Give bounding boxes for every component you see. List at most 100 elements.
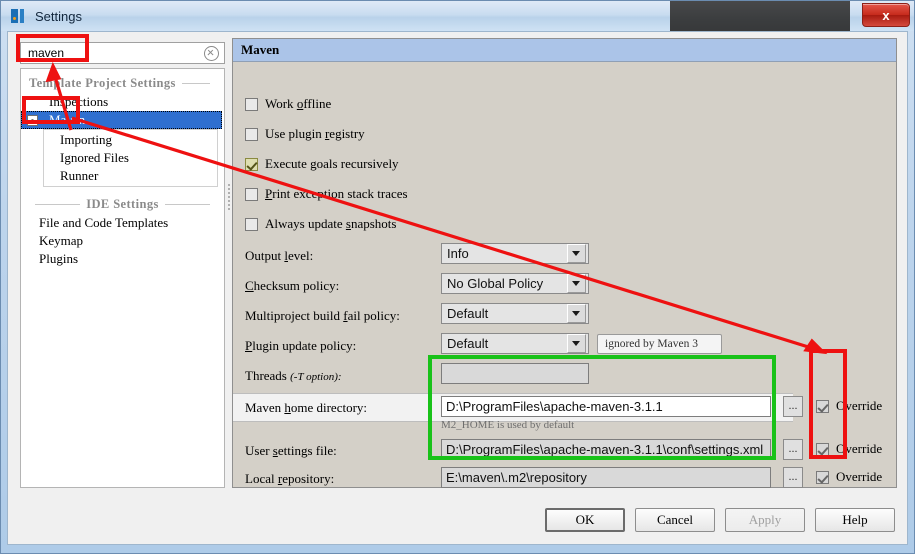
search-box[interactable]: [20, 42, 225, 64]
input-threads[interactable]: [441, 363, 589, 384]
checkbox-work-offline-label: Work offline: [265, 96, 332, 111]
combo-plugin-update-policy-value: Default: [447, 336, 489, 351]
chevron-down-icon[interactable]: [567, 244, 586, 263]
checkbox-override-local-repository[interactable]: Override: [816, 469, 882, 485]
input-local-repository[interactable]: E:\maven\.m2\repository: [441, 467, 771, 488]
browse-maven-home-button[interactable]: ...: [783, 396, 803, 417]
input-user-settings-file-value: D:\ProgramFiles\apache-maven-3.1.1\conf\…: [446, 442, 764, 457]
tree-item-plugins[interactable]: Plugins: [21, 250, 224, 268]
title-bar-dark-overlay: [670, 1, 850, 31]
checkbox-always-update-snapshots-label: Always update snapshots: [265, 216, 397, 231]
cancel-button[interactable]: Cancel: [635, 508, 715, 532]
tree-item-runner-label: Runner: [60, 168, 99, 183]
settings-tree[interactable]: Template Project Settings Inspections - …: [20, 68, 225, 488]
chevron-down-icon[interactable]: [567, 304, 586, 323]
checkbox-override-user-settings[interactable]: Override: [816, 441, 882, 457]
maven-home-hint: M2_HOME is used by default: [441, 419, 575, 431]
input-maven-home-directory[interactable]: D:\ProgramFiles\apache-maven-3.1.1: [441, 396, 771, 417]
dialog-client-area: Template Project Settings Inspections - …: [7, 31, 908, 545]
chevron-down-icon[interactable]: [567, 334, 586, 353]
plugin-policy-note: ignored by Maven 3: [597, 334, 722, 354]
checkbox-execute-goals-recursively-label: Execute goals recursively: [265, 156, 399, 171]
tree-item-maven-label: Maven: [49, 112, 86, 127]
input-maven-home-directory-value: D:\ProgramFiles\apache-maven-3.1.1: [446, 399, 663, 414]
tree-item-file-and-code-templates-label: File and Code Templates: [39, 215, 169, 230]
input-user-settings-file[interactable]: D:\ProgramFiles\apache-maven-3.1.1\conf\…: [441, 439, 771, 460]
close-button[interactable]: x: [862, 3, 910, 27]
checkbox-execute-goals-recursively[interactable]: Execute goals recursively: [245, 156, 399, 172]
tree-item-runner[interactable]: Runner: [44, 167, 217, 185]
combo-output-level[interactable]: Info: [441, 243, 589, 264]
label-threads: Threads (-T option):: [245, 368, 342, 383]
tree-group-ide-settings: IDE Settings: [29, 193, 216, 214]
maven-settings-body: Work offline Use plugin registry Execute…: [233, 62, 896, 488]
checkbox-override-local-repository-label: Override: [836, 469, 883, 484]
label-local-repository: Local repository:: [245, 471, 335, 486]
tree-item-inspections-label: Inspections: [49, 94, 109, 109]
intellij-idea-icon: [11, 8, 27, 24]
window-title: Settings: [35, 8, 82, 24]
checkbox-execute-goals-recursively-box[interactable]: [245, 157, 258, 171]
checkbox-print-exception-stack-traces-label: Print exception stack traces: [265, 186, 408, 201]
combo-output-level-value: Info: [447, 246, 469, 261]
checkbox-print-exception-stack-traces-box[interactable]: [245, 187, 258, 201]
tree-item-importing[interactable]: Importing: [44, 131, 217, 149]
checkbox-override-maven-home[interactable]: Override: [816, 398, 882, 414]
settings-navigation-pane: Template Project Settings Inspections - …: [20, 38, 225, 488]
browse-user-settings-button[interactable]: ...: [783, 439, 803, 460]
tree-item-file-and-code-templates[interactable]: File and Code Templates: [21, 214, 224, 232]
label-maven-home-directory: Maven home directory:: [245, 400, 368, 415]
apply-button: Apply: [725, 508, 805, 532]
tree-item-maven[interactable]: - Maven: [21, 111, 222, 129]
browse-local-repository-button[interactable]: ...: [783, 467, 803, 488]
combo-checksum-policy[interactable]: No Global Policy: [441, 273, 589, 294]
title-bar: Settings x: [1, 1, 914, 31]
help-button[interactable]: Help: [815, 508, 895, 532]
ok-button[interactable]: OK: [545, 508, 625, 532]
checkbox-override-local-repository-box[interactable]: [816, 470, 829, 484]
tree-group-ide-label: IDE Settings: [86, 197, 159, 211]
combo-plugin-update-policy[interactable]: Default: [441, 333, 589, 354]
maven-settings-pane: Maven Work offline Use plugin registry E…: [232, 38, 897, 488]
checkbox-override-user-settings-box[interactable]: [816, 442, 829, 456]
screenshot-root: Settings x Template Project Settings Ins…: [0, 0, 915, 554]
combo-multiproject-build-fail-policy[interactable]: Default: [441, 303, 589, 324]
search-input[interactable]: [26, 45, 205, 61]
tree-item-ignored-files[interactable]: Ignored Files: [44, 149, 217, 167]
tree-group-project-label: Template Project Settings: [29, 76, 176, 90]
tree-item-plugins-label: Plugins: [39, 251, 79, 266]
dialog-button-bar: OK Cancel Apply Help: [545, 508, 895, 532]
tree-item-keymap-label: Keymap: [39, 233, 84, 248]
label-checksum-policy: Checksum policy:: [245, 278, 340, 293]
label-user-settings-file: User settings file:: [245, 443, 337, 458]
checkbox-use-plugin-registry-box[interactable]: [245, 127, 258, 141]
tree-item-ignored-files-label: Ignored Files: [60, 150, 129, 165]
checkbox-print-exception-stack-traces[interactable]: Print exception stack traces: [245, 186, 408, 202]
label-output-level: Output level:: [245, 248, 314, 263]
checkbox-use-plugin-registry-label: Use plugin registry: [265, 126, 365, 141]
combo-checksum-policy-value: No Global Policy: [447, 276, 544, 291]
checkbox-work-offline-box[interactable]: [245, 97, 258, 111]
checkbox-work-offline[interactable]: Work offline: [245, 96, 331, 112]
tree-maven-children: Importing Ignored Files Runner: [43, 129, 218, 187]
checkbox-use-plugin-registry[interactable]: Use plugin registry: [245, 126, 365, 142]
tree-group-project-settings: Template Project Settings: [29, 72, 216, 93]
pane-title: Maven: [233, 39, 896, 62]
tree-item-inspections[interactable]: Inspections: [21, 93, 224, 111]
tree-item-importing-label: Importing: [60, 132, 112, 147]
checkbox-override-maven-home-label: Override: [836, 398, 883, 413]
chevron-down-icon[interactable]: [567, 274, 586, 293]
label-multiproject-build-fail-policy: Multiproject build fail policy:: [245, 308, 400, 323]
clear-search-icon[interactable]: [204, 45, 219, 61]
checkbox-always-update-snapshots[interactable]: Always update snapshots: [245, 216, 396, 232]
checkbox-override-maven-home-box[interactable]: [816, 399, 829, 413]
settings-dialog-window: Settings x Template Project Settings Ins…: [0, 0, 915, 554]
pane-splitter-handle[interactable]: [226, 182, 231, 222]
combo-multiproject-build-fail-policy-value: Default: [447, 306, 489, 321]
checkbox-always-update-snapshots-box[interactable]: [245, 217, 258, 231]
label-plugin-update-policy: Plugin update policy:: [245, 338, 357, 353]
tree-item-keymap[interactable]: Keymap: [21, 232, 224, 250]
input-local-repository-value: E:\maven\.m2\repository: [446, 470, 587, 485]
checkbox-override-user-settings-label: Override: [836, 441, 883, 456]
tree-expander-icon[interactable]: -: [27, 115, 38, 126]
